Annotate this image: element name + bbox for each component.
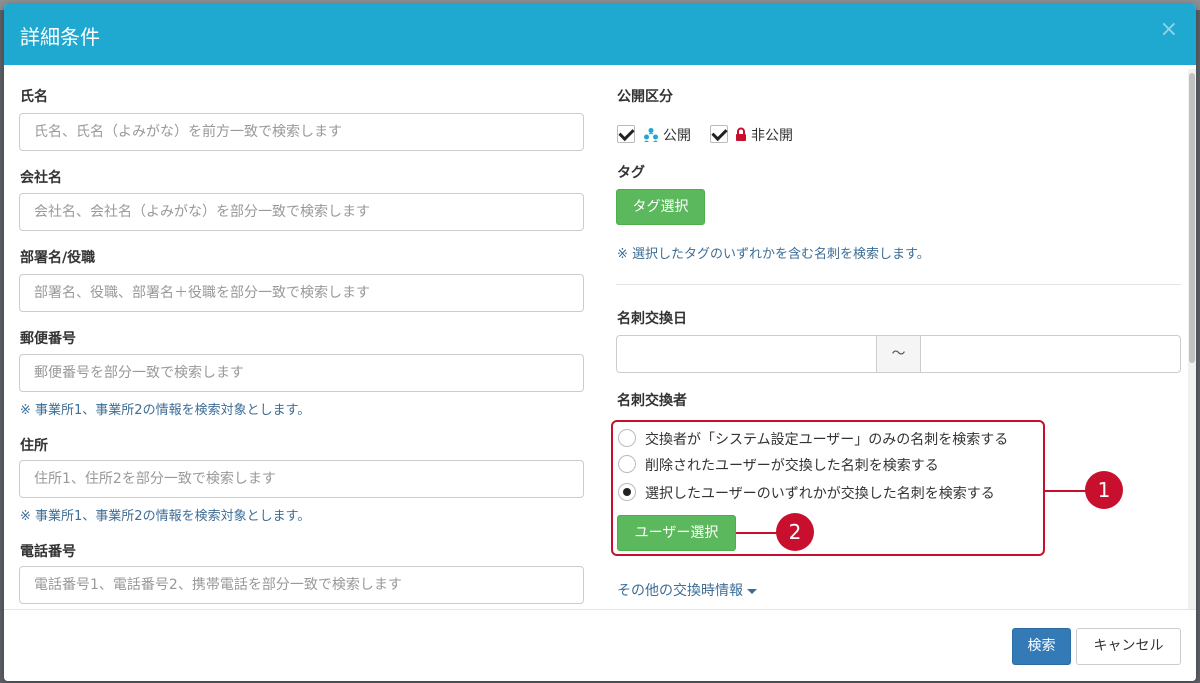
- visibility-label: 公開区分: [617, 89, 673, 105]
- private-label: 非公開: [751, 128, 793, 144]
- callout-1-line: [1045, 490, 1087, 492]
- callout-1: 1: [1085, 471, 1123, 509]
- modal-scrollbar[interactable]: [1188, 69, 1196, 609]
- other-exchange-info-text: その他の交換時情報: [617, 583, 743, 599]
- exchanger-option-system-user: 交換者が「システム設定ユーザー」のみの名刺を検索する: [645, 432, 1009, 448]
- exchanger-radio-selected-users[interactable]: [618, 483, 636, 501]
- close-icon[interactable]: ×: [1160, 17, 1178, 42]
- public-label: 公開: [663, 128, 691, 144]
- dept-input[interactable]: 部署名、役職、部署名＋役職を部分一致で検索します: [19, 274, 584, 312]
- postal-input[interactable]: 郵便番号を部分一致で検索します: [19, 354, 584, 392]
- exchanger-option-selected-users: 選択したユーザーのいずれかが交換した名刺を検索する: [645, 486, 995, 502]
- company-input[interactable]: 会社名、会社名（よみがな）を部分一致で検索します: [19, 193, 584, 231]
- name-label: 氏名: [20, 89, 48, 105]
- postal-label: 郵便番号: [20, 331, 76, 347]
- exchanger-label: 名刺交換者: [617, 393, 687, 409]
- address-input[interactable]: 住所1、住所2を部分一致で検索します: [19, 460, 584, 498]
- phone-input[interactable]: 電話番号1、電話番号2、携帯電話を部分一致で検索します: [19, 566, 584, 604]
- modal-footer: 検索 キャンセル: [4, 609, 1196, 681]
- tag-note: ※ 選択したタグのいずれかを含む名刺を検索します。: [617, 247, 930, 262]
- company-label: 会社名: [20, 170, 62, 186]
- name-input[interactable]: 氏名、氏名（よみがな）を前方一致で検索します: [19, 113, 584, 151]
- cancel-button[interactable]: キャンセル: [1076, 628, 1181, 665]
- tag-label: タグ: [617, 165, 645, 181]
- tag-select-button[interactable]: タグ選択: [616, 189, 705, 225]
- modal-body: 氏名 氏名、氏名（よみがな）を前方一致で検索します 会社名 会社名、会社名（よみ…: [4, 65, 1196, 609]
- exchanger-radio-system-user[interactable]: [618, 429, 636, 447]
- dept-label: 部署名/役職: [20, 250, 96, 266]
- private-checkbox[interactable]: [710, 125, 728, 143]
- date-range-separator: ～: [876, 335, 921, 373]
- address-label: 住所: [20, 438, 48, 454]
- exchange-date-label: 名刺交換日: [617, 311, 687, 327]
- modal-title: 詳細条件: [20, 25, 100, 49]
- callout-2-line: [736, 532, 778, 534]
- other-exchange-info-link[interactable]: その他の交換時情報: [617, 580, 757, 600]
- phone-label: 電話番号: [20, 544, 76, 560]
- exchanger-radio-deleted-user[interactable]: [618, 455, 636, 473]
- public-checkbox[interactable]: [617, 125, 635, 143]
- callout-2: 2: [776, 513, 814, 551]
- exchange-date-from[interactable]: [616, 335, 877, 373]
- user-select-button[interactable]: ユーザー選択: [617, 515, 736, 551]
- address-note: ※ 事業所1、事業所2の情報を検索対象とします。: [20, 509, 311, 524]
- search-button[interactable]: 検索: [1012, 628, 1071, 665]
- scroll-thumb[interactable]: [1189, 73, 1195, 363]
- exchange-date-to[interactable]: [920, 335, 1181, 373]
- caret-down-icon: [747, 588, 757, 594]
- postal-note: ※ 事業所1、事業所2の情報を検索対象とします。: [20, 403, 311, 418]
- modal-header: 詳細条件 ×: [4, 4, 1196, 65]
- detail-conditions-modal: 詳細条件 × 氏名 氏名、氏名（よみがな）を前方一致で検索します 会社名 会社名…: [4, 4, 1196, 681]
- divider: [616, 284, 1181, 285]
- lock-icon: [736, 127, 746, 141]
- public-users-icon: [644, 128, 658, 142]
- exchanger-option-deleted-user: 削除されたユーザーが交換した名刺を検索する: [645, 458, 939, 474]
